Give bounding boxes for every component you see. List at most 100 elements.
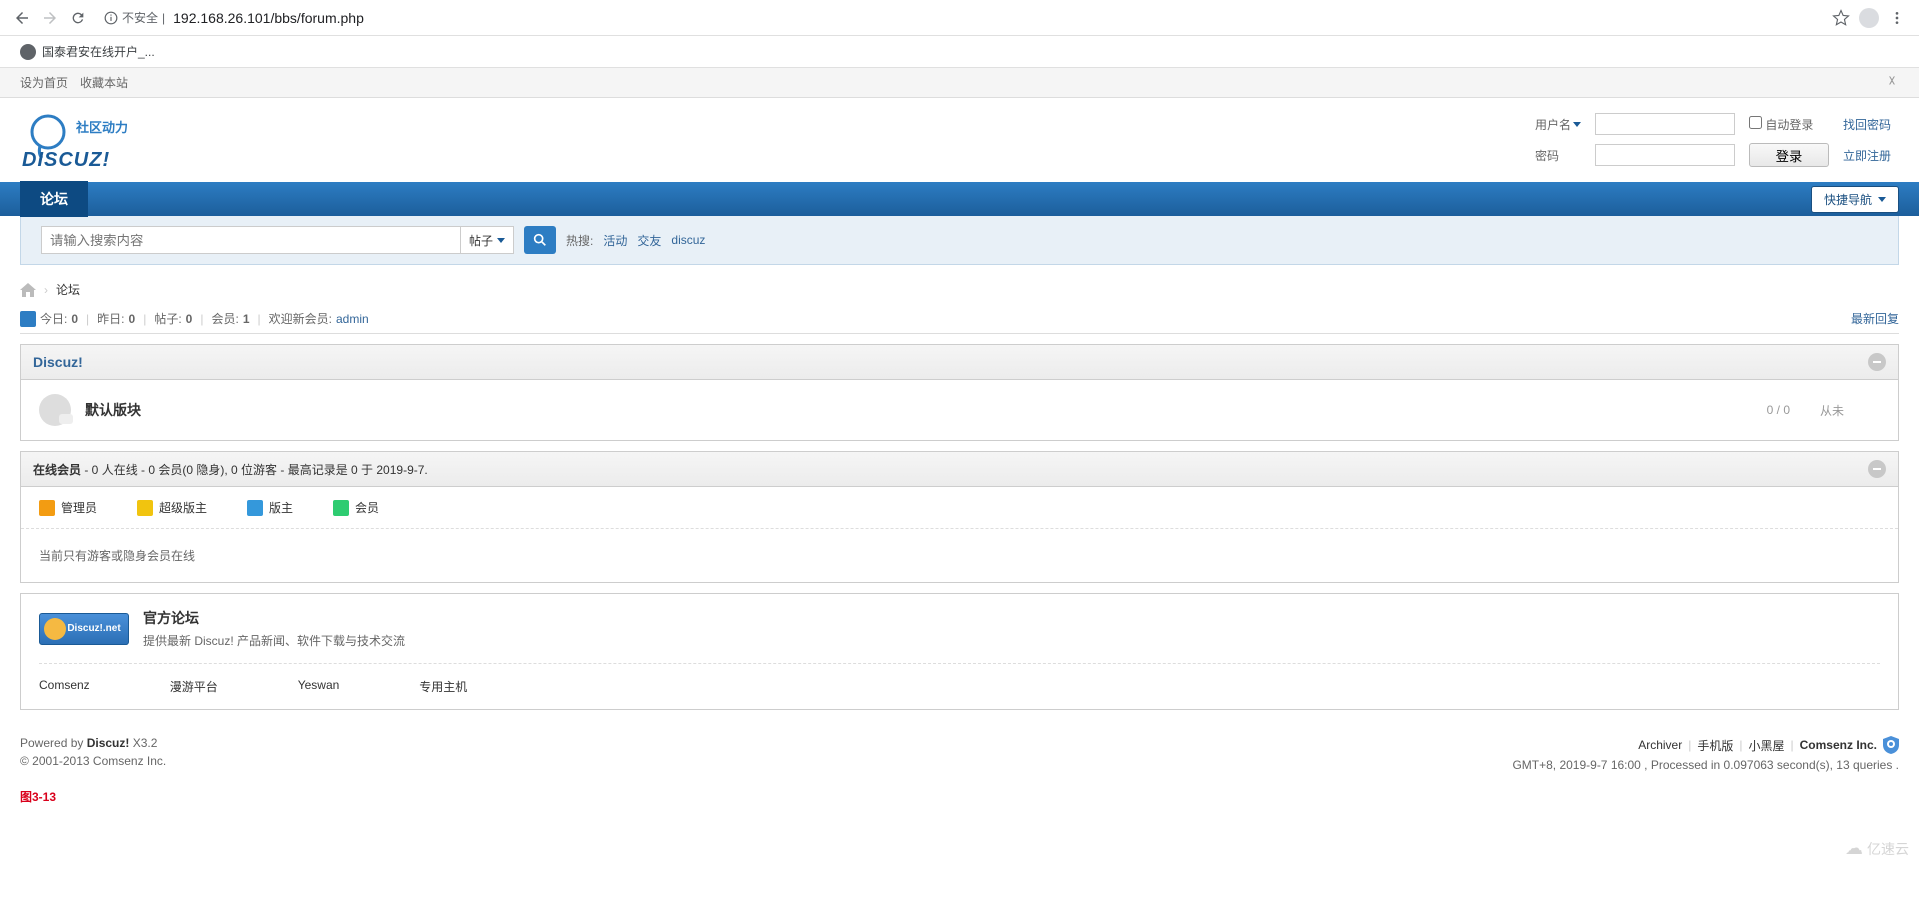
text-link[interactable]: 专用主机 [419,678,467,695]
browser-menu-icon[interactable] [1883,4,1911,32]
member-icon [333,500,349,516]
favorite-link[interactable]: 收藏本站 [80,74,128,91]
online-legend: 管理员 超级版主 版主 会员 [21,487,1898,529]
page-header: 社区动力 DISCUZ! 用户名 自动登录 找回密码 密码 登录 立即注册 [0,98,1919,182]
collapse-button[interactable] [1868,353,1886,371]
legend-supermod: 超级版主 [137,499,207,516]
friend-links: Discuz!.net 官方论坛 提供最新 Discuz! 产品新闻、软件下载与… [20,593,1899,710]
hot-link[interactable]: 活动 [603,232,627,249]
quick-nav-button[interactable]: 快捷导航 [1811,186,1899,213]
forum-category: Discuz! 默认版块 0 / 0 从未 [20,344,1899,441]
official-badge-icon: Discuz!.net [39,613,129,645]
login-button[interactable]: 登录 [1749,143,1829,167]
board-icon [39,394,71,426]
password-input[interactable] [1595,144,1735,166]
breadcrumb-separator: › [44,283,48,297]
online-header: 在线会员 - 0 人在线 - 0 会员(0 隐身), 0 位游客 - 最高记录是… [21,452,1898,487]
text-link[interactable]: Comsenz [39,678,90,695]
text-link[interactable]: Yeswan [298,678,340,695]
main-nav: 论坛 快捷导航 [0,182,1919,216]
svg-text:DISCUZ!: DISCUZ! [22,149,110,170]
stat-yesterday-value: 0 [129,312,136,326]
stat-yesterday-label: 昨日: [97,310,124,327]
url-text: 192.168.26.101/bbs/forum.php [173,10,364,26]
stats-icon [20,311,36,327]
search-button[interactable] [524,226,556,254]
board-lastpost: 从未 [1820,402,1880,419]
hot-link[interactable]: 交友 [637,232,661,249]
stat-members-label: 会员: [211,310,238,327]
site-logo[interactable]: 社区动力 DISCUZ! [20,110,160,170]
password-label: 密码 [1529,140,1587,170]
powered-by: Powered by Discuz! X3.2 [20,736,166,750]
legend-mod: 版主 [247,499,293,516]
bookmark-star-icon[interactable] [1827,4,1855,32]
board-stats: 0 / 0 [1767,403,1790,417]
insecure-badge: 不安全 | [104,9,165,26]
category-header: Discuz! [21,345,1898,380]
register-link[interactable]: 立即注册 [1843,149,1891,163]
search-icon [532,232,548,248]
hot-label: 热搜: [566,232,593,249]
collapse-button[interactable] [1868,460,1886,478]
board-name[interactable]: 默认版块 [85,400,1767,420]
address-bar[interactable]: 不安全 | 192.168.26.101/bbs/forum.php [104,4,1827,32]
shield-icon[interactable] [1883,736,1899,754]
browser-toolbar: 不安全 | 192.168.26.101/bbs/forum.php [0,0,1919,36]
latest-reply-link[interactable]: 最新回复 [1851,312,1899,326]
caret-down-icon [1878,197,1886,202]
official-desc: 提供最新 Discuz! 产品新闻、软件下载与技术交流 [143,632,405,649]
bookmarks-bar: 国泰君安在线开户_... [0,36,1919,68]
back-button[interactable] [8,4,36,32]
footer-link-mobile[interactable]: 手机版 [1697,737,1733,754]
breadcrumb-forum[interactable]: 论坛 [56,281,80,298]
search-input[interactable] [41,226,461,254]
set-home-link[interactable]: 设为首页 [20,74,68,91]
close-topbar-icon[interactable] [1885,74,1899,91]
stat-welcome-label: 欢迎新会员: [269,310,332,327]
page-footer: Powered by Discuz! X3.2 © 2001-2013 Coms… [0,720,1919,788]
home-icon[interactable] [20,283,36,297]
login-panel: 用户名 自动登录 找回密码 密码 登录 立即注册 [1527,108,1899,172]
bookmark-item[interactable]: 国泰君安在线开户_... [12,39,163,64]
admin-icon [39,500,55,516]
footer-link-archiver[interactable]: Archiver [1638,738,1682,752]
official-forum-link[interactable]: Discuz!.net 官方论坛 提供最新 Discuz! 产品新闻、软件下载与… [39,608,1880,664]
forum-board-row: 默认版块 0 / 0 从未 [21,380,1898,440]
profile-avatar[interactable] [1855,4,1883,32]
forum-stats-bar: 今日: 0 | 昨日: 0 | 帖子: 0 | 会员: 1 | 欢迎新会员: a… [20,304,1899,334]
stat-posts-label: 帖子: [154,310,181,327]
username-label-dropdown[interactable]: 用户名 [1535,116,1581,133]
find-password-link[interactable]: 找回密码 [1843,118,1891,132]
mod-icon [247,500,263,516]
footer-link-blacklist[interactable]: 小黑屋 [1749,737,1785,754]
hot-search: 热搜: 活动 交友 discuz [566,232,705,249]
figure-label: 图3-13 [0,788,1919,805]
nav-tab-forum[interactable]: 论坛 [20,181,88,217]
insecure-label: 不安全 [122,9,158,26]
text-links-row: Comsenz 漫游平台 Yeswan 专用主机 [39,678,1880,695]
server-info: GMT+8, 2019-9-7 16:00 , Processed in 0.0… [1512,758,1899,772]
breadcrumb: › 论坛 [20,275,1899,304]
online-header-text: 在线会员 - 0 人在线 - 0 会员(0 隐身), 0 位游客 - 最高记录是… [33,461,428,478]
hot-link[interactable]: discuz [671,233,705,247]
stat-today-label: 今日: [40,310,67,327]
top-links-bar: 设为首页 收藏本站 [0,68,1919,98]
footer-link-comsenz[interactable]: Comsenz Inc. [1800,738,1877,752]
text-link[interactable]: 漫游平台 [170,678,218,695]
reload-button[interactable] [64,4,92,32]
search-bar: 帖子 热搜: 活动 交友 discuz [20,216,1899,265]
stat-welcome-user[interactable]: admin [336,312,369,326]
category-title[interactable]: Discuz! [33,354,83,370]
copyright: © 2001-2013 Comsenz Inc. [20,754,166,768]
supermod-icon [137,500,153,516]
username-input[interactable] [1595,113,1735,135]
bookmark-title: 国泰君安在线开户_... [42,43,155,60]
svg-text:社区动力: 社区动力 [75,120,128,135]
globe-icon [20,44,36,60]
watermark: ☁ 亿速云 [1845,838,1909,859]
forward-button[interactable] [36,4,64,32]
watermark-icon: ☁ [1845,838,1863,859]
search-type-dropdown[interactable]: 帖子 [461,226,514,254]
auto-login-checkbox[interactable]: 自动登录 [1749,118,1813,132]
